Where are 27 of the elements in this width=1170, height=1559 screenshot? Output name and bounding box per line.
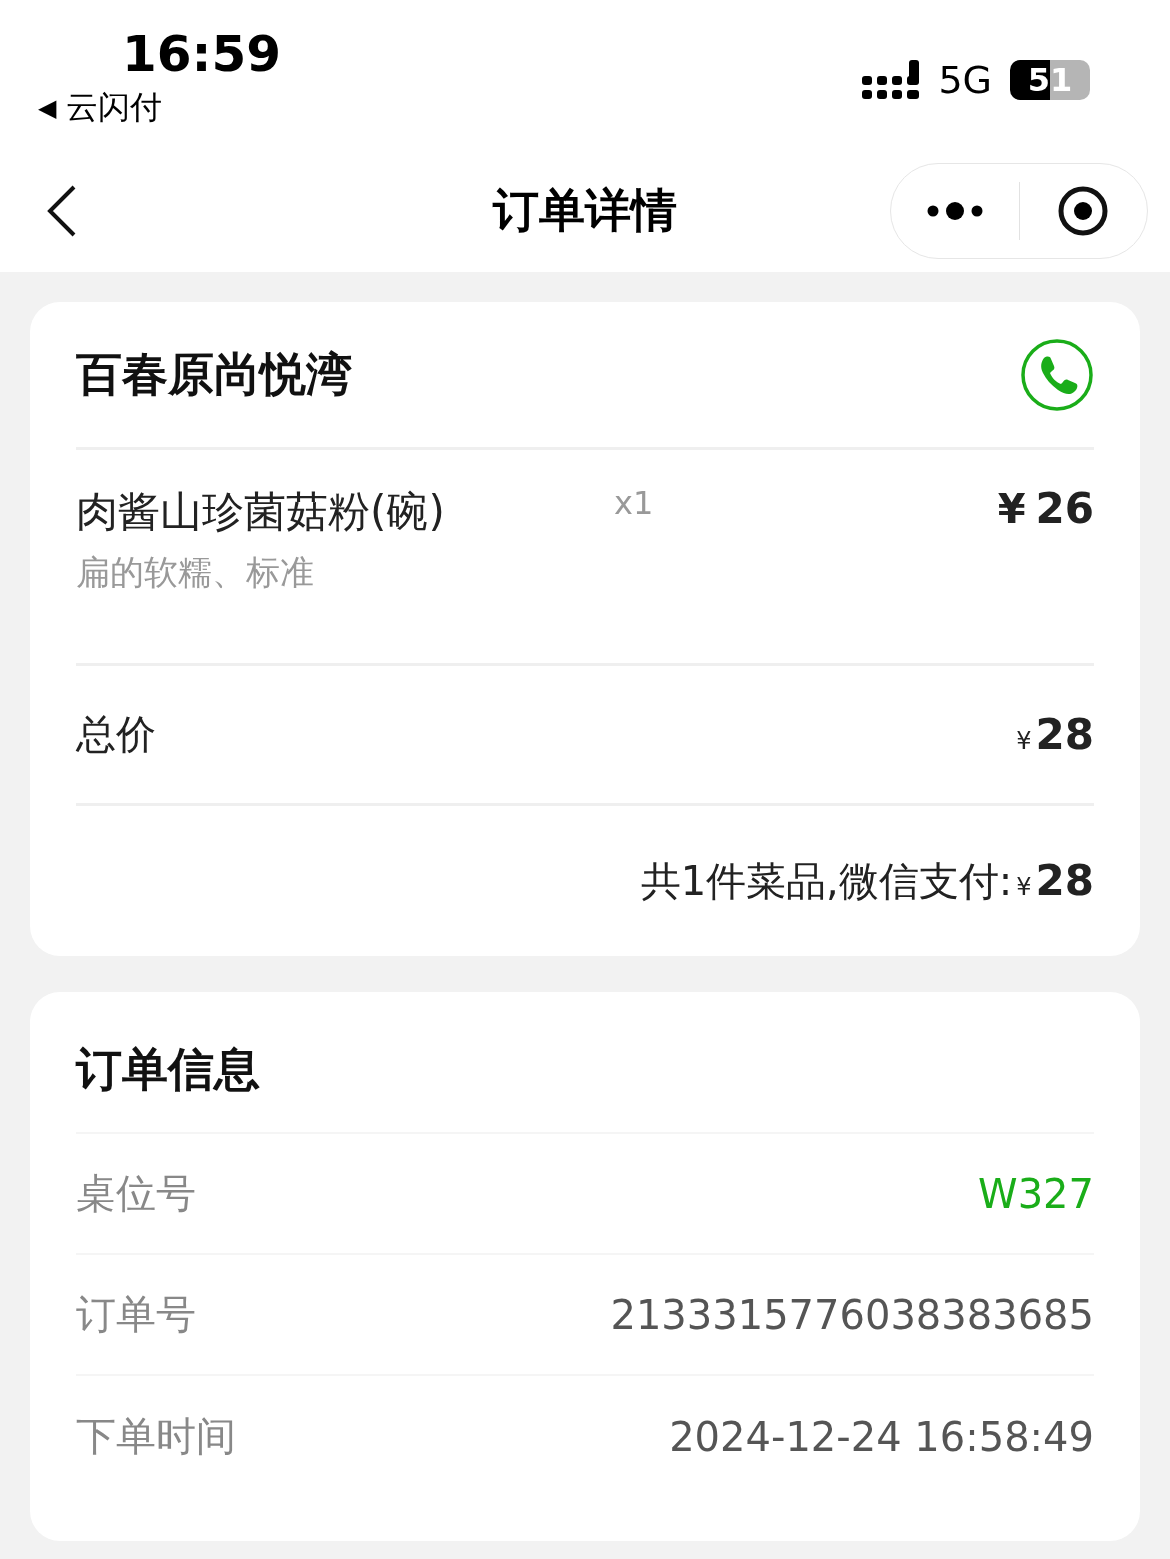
currency-symbol: ¥ bbox=[997, 486, 1026, 532]
currency-symbol: ¥ bbox=[1016, 727, 1032, 755]
section-title: 订单信息 bbox=[76, 1041, 260, 1098]
signal-icon bbox=[862, 60, 921, 100]
info-value: W327 bbox=[978, 1170, 1094, 1217]
dish-quantity: x1 bbox=[614, 484, 654, 522]
clock-time: 16:59 bbox=[122, 24, 282, 85]
dish-price: 26 bbox=[1035, 484, 1094, 533]
phone-icon[interactable] bbox=[1020, 337, 1094, 412]
back-arrow[interactable]: ◀ bbox=[38, 94, 57, 122]
info-value: 2024-12-24 16:58:49 bbox=[669, 1413, 1094, 1460]
dish-name: 肉酱山珍菌菇粉(碗) bbox=[76, 486, 446, 538]
store-name: 百春原尚悦湾 bbox=[76, 345, 352, 403]
info-label: 订单号 bbox=[76, 1290, 196, 1339]
total-amount: 28 bbox=[1035, 710, 1094, 759]
paid-amount: 28 bbox=[1035, 855, 1094, 905]
back-app-link[interactable]: 云闪付 bbox=[66, 86, 163, 130]
payment-summary: 共1件菜品,微信支付: bbox=[640, 856, 1013, 906]
total-label: 总价 bbox=[76, 710, 156, 759]
page-title: 订单详情 bbox=[493, 182, 677, 239]
info-label: 下单时间 bbox=[76, 1412, 236, 1461]
network-label: 5G bbox=[938, 58, 992, 102]
info-value: 2133315776038383685 bbox=[610, 1291, 1094, 1338]
battery-icon: 51 bbox=[1010, 60, 1090, 100]
dish-options: 扁的软糯、标准 bbox=[76, 550, 614, 596]
info-label: 桌位号 bbox=[76, 1169, 196, 1218]
currency-symbol: ¥ bbox=[1016, 872, 1032, 901]
